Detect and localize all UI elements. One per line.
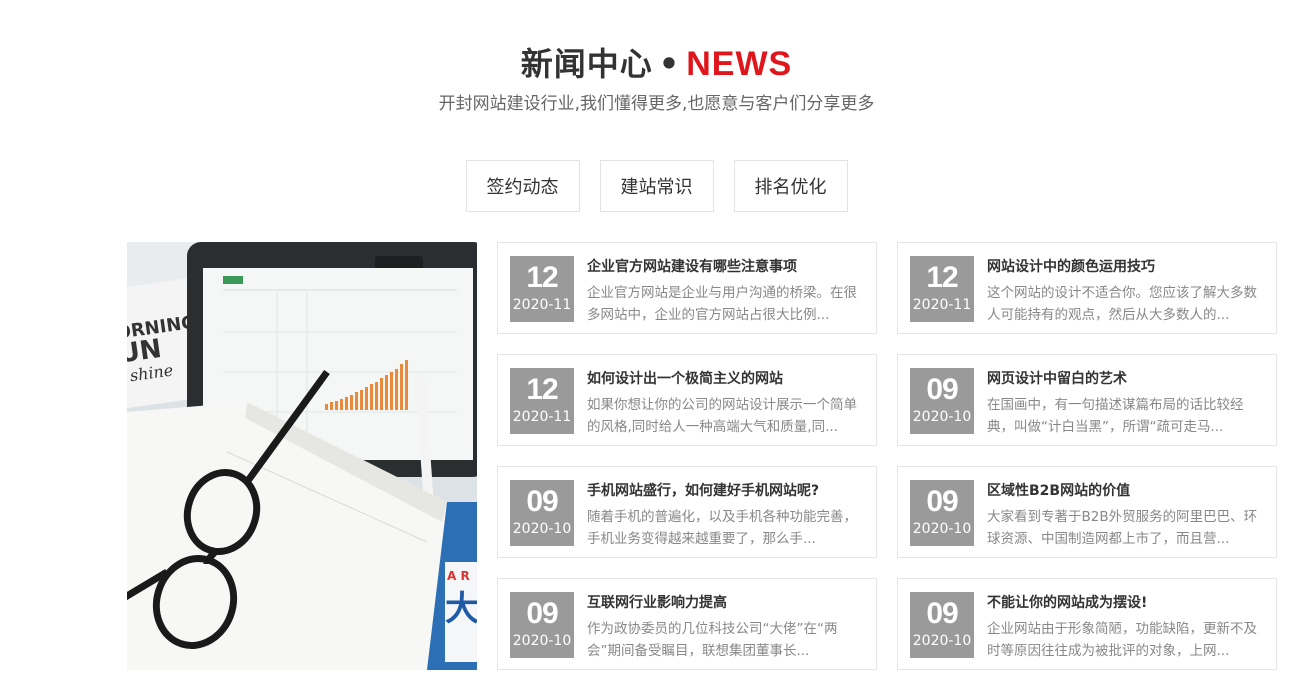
section-subtitle: 开封网站建设行业,我们懂得更多,也愿意与客户们分享更多 <box>438 94 875 114</box>
title-en: NEWS <box>686 45 793 83</box>
news-card[interactable]: 09 2020-10 网页设计中留白的艺术 在国画中，有一句描述谋篇布局的话比较… <box>897 354 1277 446</box>
news-summary: 作为政协委员的几位科技公司“大佬”在“两会”期间备受瞩目，联想集团董事长... <box>587 621 838 658</box>
news-card[interactable]: 12 2020-11 网站设计中的颜色运用技巧 这个网站的设计不适合你。您应该了… <box>897 242 1277 334</box>
date-year-month: 2020-10 <box>912 409 972 425</box>
blue-book-char: 大 <box>445 589 477 629</box>
news-summary: 大家看到专著于B2B外贸服务的阿里巴巴、环球资源、中国制造网都上市了，而且营..… <box>987 509 1258 546</box>
news-title[interactable]: 网站设计中的颜色运用技巧 <box>987 258 1263 276</box>
date-day: 09 <box>926 485 958 518</box>
news-title[interactable]: 如何设计出一个极简主义的网站 <box>587 370 863 388</box>
news-card[interactable]: 09 2020-10 区域性B2B网站的价值 大家看到专著于B2B外贸服务的阿里… <box>897 466 1277 558</box>
date-badge: 12 2020-11 <box>910 256 974 322</box>
news-summary: 如果你想让你的公司的网站设计展示一个简单的风格,同时给人一种高端大气和质量,同.… <box>587 397 857 434</box>
date-day: 12 <box>526 261 558 294</box>
news-summary: 在国画中，有一句描述谋篇布局的话比较经典，叫做“计白当黑”，所谓“疏可走马... <box>987 397 1244 434</box>
date-year-month: 2020-10 <box>512 521 572 537</box>
tab-ranking-optimization[interactable]: 排名优化 <box>733 160 848 212</box>
news-card[interactable]: 09 2020-10 手机网站盛行，如何建好手机网站呢? 随着手机的普遍化，以及… <box>497 466 877 558</box>
date-day: 09 <box>526 597 558 630</box>
news-title[interactable]: 手机网站盛行，如何建好手机网站呢? <box>587 482 863 500</box>
news-title[interactable]: 不能让你的网站成为摆设! <box>987 594 1263 612</box>
news-summary: 这个网站的设计不适合你。您应该了解大多数人可能持有的观点，然后从大多数人的... <box>987 285 1257 322</box>
section-title: 新闻中心 • NEWS <box>0 42 1313 86</box>
date-day: 09 <box>926 597 958 630</box>
date-badge: 09 2020-10 <box>910 368 974 434</box>
date-badge: 12 2020-11 <box>510 368 574 434</box>
date-year-month: 2020-10 <box>912 521 972 537</box>
news-title[interactable]: 互联网行业影响力提高 <box>587 594 863 612</box>
desk-tablet-glasses-illustration: ORNING UN shine A R 大 <box>127 242 477 670</box>
date-badge: 09 2020-10 <box>910 592 974 658</box>
news-card[interactable]: 09 2020-10 互联网行业影响力提高 作为政协委员的几位科技公司“大佬”在… <box>497 578 877 670</box>
category-tabs: 签约动态 建站常识 排名优化 <box>0 160 1313 212</box>
news-card[interactable]: 12 2020-11 如何设计出一个极简主义的网站 如果你想让你的公司的网站设计… <box>497 354 877 446</box>
title-cn: 新闻中心 <box>520 45 653 83</box>
date-year-month: 2020-11 <box>512 297 572 313</box>
blue-book-text: A R <box>447 569 470 583</box>
date-year-month: 2020-11 <box>512 409 572 425</box>
news-card[interactable]: 09 2020-10 不能让你的网站成为摆设! 企业网站由于形象简陋，功能缺陷，… <box>897 578 1277 670</box>
news-title[interactable]: 网页设计中留白的艺术 <box>987 370 1263 388</box>
title-dot: • <box>658 45 681 83</box>
news-title[interactable]: 企业官方网站建设有哪些注意事项 <box>587 258 863 276</box>
section-header: 新闻中心 • NEWS 开封网站建设行业,我们懂得更多,也愿意与客户们分享更多 <box>0 42 1313 116</box>
news-summary: 企业网站由于形象简陋，功能缺陷，更新不及时等原因往往成为被批评的对象，上网... <box>987 621 1257 658</box>
date-badge: 09 2020-10 <box>510 592 574 658</box>
date-badge: 09 2020-10 <box>510 480 574 546</box>
date-day: 12 <box>526 373 558 406</box>
date-day: 09 <box>926 373 958 406</box>
news-card[interactable]: 12 2020-11 企业官方网站建设有哪些注意事项 企业官方网站是企业与用户沟… <box>497 242 877 334</box>
date-day: 12 <box>926 261 958 294</box>
date-day: 09 <box>526 485 558 518</box>
date-year-month: 2020-11 <box>912 297 972 313</box>
news-summary: 企业官方网站是企业与用户沟通的桥梁。在很多网站中，企业的官方网站占很大比例... <box>587 285 857 322</box>
news-title[interactable]: 区域性B2B网站的价值 <box>987 482 1263 500</box>
tab-signing-news[interactable]: 签约动态 <box>465 160 580 212</box>
date-badge: 09 2020-10 <box>910 480 974 546</box>
news-feature-image[interactable]: ORNING UN shine A R 大 <box>127 242 477 670</box>
date-badge: 12 2020-11 <box>510 256 574 322</box>
date-year-month: 2020-10 <box>912 633 972 649</box>
date-year-month: 2020-10 <box>512 633 572 649</box>
tab-site-building-tips[interactable]: 建站常识 <box>599 160 714 212</box>
news-summary: 随着手机的普遍化，以及手机各种功能完善，手机业务变得越来越重要了，那么手... <box>587 509 857 546</box>
